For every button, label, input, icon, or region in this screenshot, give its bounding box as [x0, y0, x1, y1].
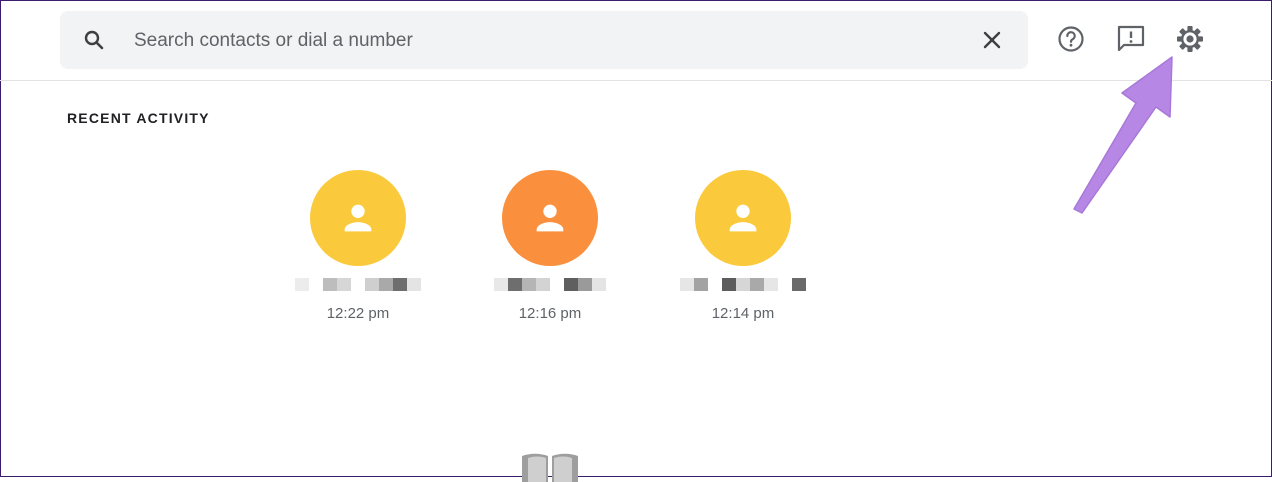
gear-icon[interactable] [1175, 24, 1205, 54]
pointer-arrow-annotation [1073, 56, 1173, 214]
feedback-icon[interactable] [1116, 24, 1146, 54]
section-title-recent-activity: RECENT ACTIVITY [67, 110, 210, 126]
search-icon [84, 30, 104, 50]
person-icon [344, 204, 372, 232]
person-icon [729, 204, 757, 232]
recent-contact-1[interactable]: 12:22 pm [283, 170, 433, 322]
window-border [0, 0, 1272, 477]
recent-contact-2[interactable]: 12:16 pm [475, 170, 625, 322]
contact-time: 12:16 pm [518, 305, 582, 322]
contact-name-redacted [283, 278, 433, 291]
book-icon [522, 453, 578, 482]
search-bar[interactable] [60, 11, 1028, 71]
person-icon [536, 204, 564, 232]
avatar [502, 170, 598, 266]
contact-name-redacted [475, 278, 625, 291]
recent-contact-3[interactable]: 12:14 pm [668, 170, 818, 322]
close-icon[interactable] [980, 28, 1004, 52]
avatar [310, 170, 406, 266]
contact-name-redacted [668, 278, 818, 291]
contact-time: 12:14 pm [711, 305, 775, 322]
avatar [695, 170, 791, 266]
header-divider [0, 80, 1272, 81]
search-input[interactable] [132, 11, 956, 71]
help-icon[interactable] [1056, 24, 1086, 54]
contact-time: 12:22 pm [326, 305, 390, 322]
